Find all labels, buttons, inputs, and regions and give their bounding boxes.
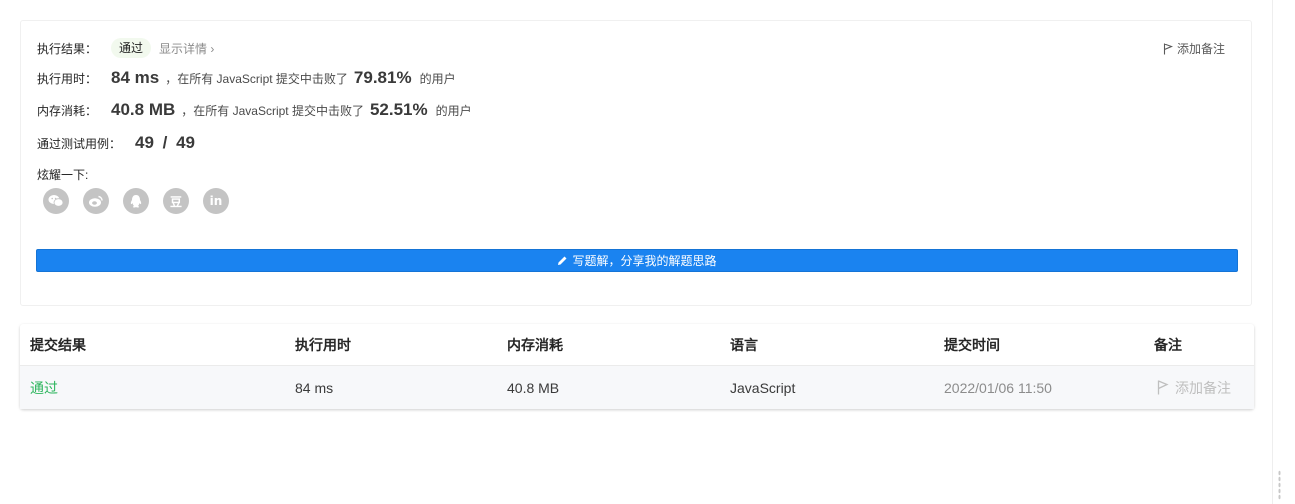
row-add-note-label: 添加备注 [1175,379,1231,396]
runtime-value: 84 ms [111,68,160,87]
header-runtime: 执行用时 [295,336,351,353]
status-badge: 通过 [111,38,152,58]
share-wechat-button[interactable] [43,188,69,214]
row-submit-time: 2022/01/06 11:50 [944,379,1052,396]
header-status: 提交结果 [30,336,86,353]
add-note-button[interactable]: 添加备注 [1163,40,1225,57]
memory-users-text: 的用户 [435,103,472,118]
header-memory: 内存消耗 [507,336,563,353]
memory-label: 内存消耗： [37,103,98,118]
show-details-link[interactable]: 显示详情 › [159,40,214,57]
row-add-note-button[interactable]: 添加备注 [1157,366,1231,409]
share-label: 炫耀一下: [37,168,89,182]
add-note-label: 添加备注 [1176,42,1225,56]
douban-icon: 豆 [169,194,182,209]
result-card: 执行结果： 通过 显示详情 › 添加备注 执行用时： 84 ms ，在所有 Ja… [20,20,1252,306]
runtime-percent: 79.81% [353,68,412,87]
header-language: 语言 [730,336,758,353]
submissions-table: 提交结果 执行用时 内存消耗 语言 提交时间 备注 通过 84 ms 40.8 … [20,324,1254,409]
row-memory: 40.8 MB [507,379,560,396]
row-status[interactable]: 通过 [30,366,58,409]
row-language: JavaScript [730,379,796,396]
wechat-icon [48,195,64,207]
memory-row: 内存消耗： 40.8 MB ，在所有 JavaScript 提交中击败了 52.… [37,100,472,120]
testcases-label: 通过测试用例： [37,136,122,151]
result-status-row: 执行结果： 通过 显示详情 › [37,38,214,58]
result-status-label: 执行结果： [37,41,98,56]
flag-icon [1157,380,1169,395]
weibo-icon [89,195,103,207]
submissions-table-header: 提交结果 执行用时 内存消耗 语言 提交时间 备注 [20,324,1254,366]
header-note: 备注 [1154,336,1182,353]
scrollbar-grip[interactable] [1278,470,1281,500]
runtime-row: 执行用时： 84 ms ，在所有 JavaScript 提交中击败了 79.81… [37,68,456,88]
share-douban-button[interactable]: 豆 [163,188,189,214]
share-linkedin-button[interactable]: in [203,188,229,214]
runtime-label: 执行用时： [37,71,98,86]
row-runtime: 84 ms [295,379,334,396]
memory-percent: 52.51% [369,100,428,119]
share-weibo-button[interactable] [83,188,109,214]
qq-icon [130,194,142,207]
flag-icon [1163,42,1173,54]
testcases-row: 通过测试用例： 49 / 49 [37,133,195,153]
share-qq-button[interactable] [123,188,149,214]
runtime-beat-text: ，在所有 JavaScript 提交中击败了 [165,71,348,86]
memory-value: 40.8 MB [111,100,176,119]
scrollbar-track[interactable] [1272,0,1273,504]
linkedin-icon: in [209,194,223,208]
header-submit-time: 提交时间 [944,336,1000,353]
share-label-row: 炫耀一下: [37,166,88,183]
runtime-users-text: 的用户 [419,71,456,86]
share-buttons: 豆 in [43,188,243,214]
pencil-icon [558,256,567,265]
write-solution-label: 写题解，分享我的解题思路 [572,254,717,268]
page: 执行结果： 通过 显示详情 › 添加备注 执行用时： 84 ms ，在所有 Ja… [0,0,1295,504]
testcases-value: 49 / 49 [135,133,196,152]
write-solution-button[interactable]: 写题解，分享我的解题思路 [36,249,1238,272]
table-row: 通过 84 ms 40.8 MB JavaScript 2022/01/06 1… [20,366,1254,409]
memory-beat-text: ，在所有 JavaScript 提交中击败了 [181,103,364,118]
